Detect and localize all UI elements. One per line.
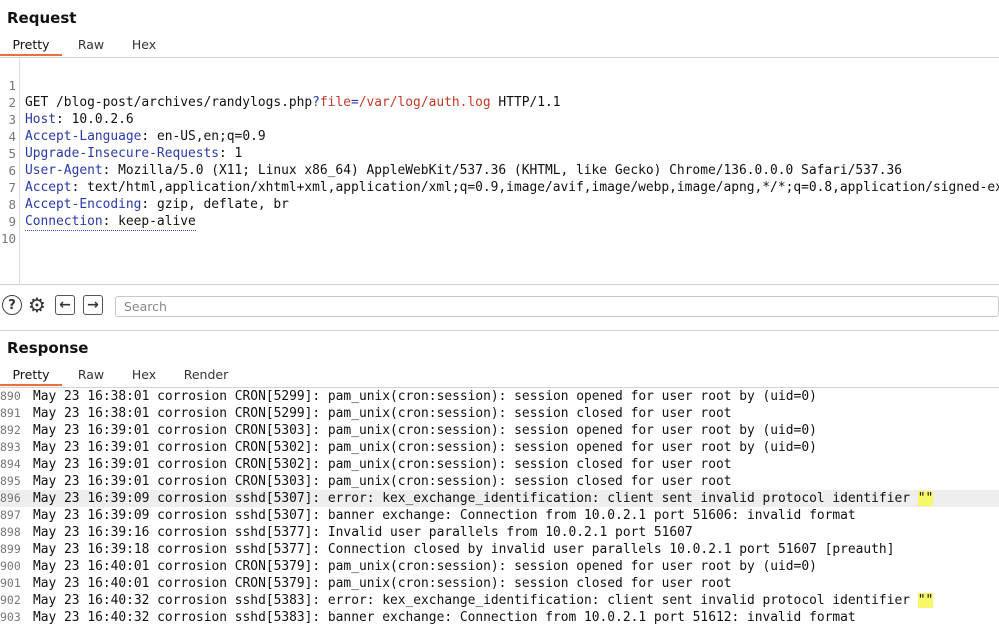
request-toolbar: ? ⚙ ← → Search: [0, 292, 999, 320]
request-line: 5 User-Agent: Mozilla/5.0 (X11; Linux x8…: [8, 146, 902, 178]
request-line: 1 GET /blog-post/archives/randylogs.php?…: [8, 78, 561, 110]
help-icon[interactable]: ?: [2, 295, 22, 315]
response-tab-render[interactable]: Render: [176, 365, 236, 386]
request-tab-pretty[interactable]: Pretty: [0, 35, 62, 56]
response-line: 903 May 23 16:40:32 corrosion sshd[5383]:…: [0, 610, 856, 625]
response-line: 891 May 23 16:38:01 corrosion CRON[5299]:…: [0, 406, 732, 421]
response-line: 894 May 23 16:39:01 corrosion CRON[5302]:…: [0, 457, 732, 472]
request-tab-hex[interactable]: Hex: [120, 35, 168, 56]
request-line: 4 Upgrade-Insecure-Requests: 1: [8, 129, 243, 161]
request-line: 9: [8, 214, 16, 229]
quote-highlight: "": [917, 491, 934, 506]
request-line: 3 Accept-Language: en-US,en;q=0.9: [8, 112, 266, 144]
quote-highlight: "": [917, 593, 934, 608]
response-line-highlighted: 896 May 23 16:39:09 corrosion sshd[5307]:…: [0, 490, 999, 507]
search-input[interactable]: Search: [115, 296, 999, 317]
request-title: Request: [7, 9, 77, 27]
request-line: 6 Accept: text/html,application/xhtml+xm…: [0, 145, 999, 195]
response-line: 897 May 23 16:39:09 corrosion sshd[5307]:…: [0, 508, 856, 523]
response-line: 890 May 23 16:38:01 corrosion CRON[5299]:…: [0, 389, 817, 404]
response-title: Response: [7, 339, 89, 357]
response-line: 899 May 23 16:39:18 corrosion sshd[5377]:…: [0, 542, 895, 557]
response-line: 895 May 23 16:39:01 corrosion CRON[5303]:…: [0, 474, 732, 489]
response-line: 898 May 23 16:39:16 corrosion sshd[5377]:…: [0, 525, 693, 540]
response-editor[interactable]: 890 May 23 16:38:01 corrosion CRON[5299]:…: [0, 388, 999, 628]
request-line: 10: [0, 231, 16, 246]
pane-divider[interactable]: [0, 330, 999, 331]
request-line: 2 Host: 10.0.2.6: [8, 95, 134, 127]
response-line: 900 May 23 16:40:01 corrosion CRON[5379]:…: [0, 559, 817, 574]
response-line: 902 May 23 16:40:32 corrosion sshd[5383]:…: [0, 593, 934, 608]
request-editor[interactable]: 1 GET /blog-post/archives/randylogs.php?…: [0, 58, 999, 285]
request-tab-raw[interactable]: Raw: [66, 35, 116, 56]
response-tab-hex[interactable]: Hex: [120, 365, 168, 386]
back-arrow-icon[interactable]: ←: [55, 295, 75, 315]
response-tab-raw[interactable]: Raw: [66, 365, 116, 386]
request-line: 8 Connection: keep-alive: [8, 197, 196, 231]
response-line: 893 May 23 16:39:01 corrosion CRON[5302]:…: [0, 440, 817, 455]
request-line: 7 Accept-Encoding: gzip, deflate, br: [8, 180, 289, 212]
response-tabs: Pretty Raw Hex Render: [0, 365, 999, 388]
response-line: 892 May 23 16:39:01 corrosion CRON[5303]:…: [0, 423, 817, 438]
settings-icon[interactable]: ⚙: [27, 293, 47, 317]
request-tabs: Pretty Raw Hex: [0, 35, 999, 58]
response-line: 901 May 23 16:40:01 corrosion CRON[5379]:…: [0, 576, 732, 591]
forward-arrow-icon[interactable]: →: [83, 295, 103, 315]
response-tab-pretty[interactable]: Pretty: [0, 365, 62, 386]
